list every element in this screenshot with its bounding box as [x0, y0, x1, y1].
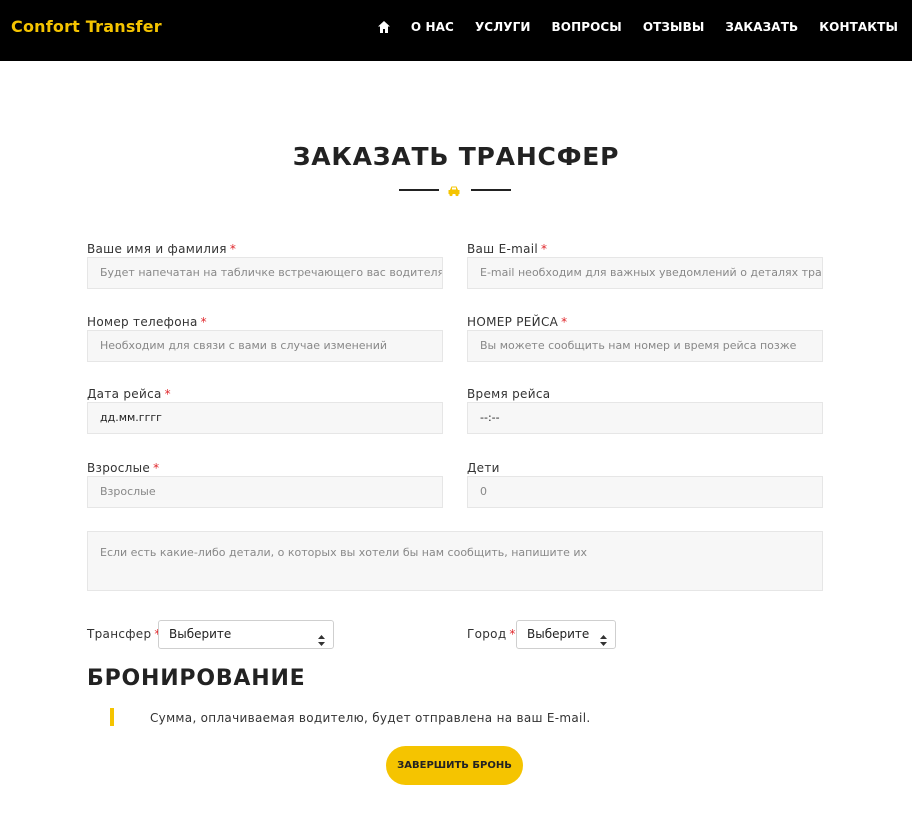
note-accent-bar	[110, 708, 114, 726]
nav-about[interactable]: О НАС	[411, 20, 454, 34]
select-arrows-icon	[318, 629, 325, 646]
phone-input[interactable]: Необходим для связи с вами в случае изме…	[87, 330, 443, 362]
flight-date-label: Дата рейса *	[87, 387, 171, 401]
children-input[interactable]: 0	[467, 476, 823, 508]
adults-input[interactable]: Взрослые	[87, 476, 443, 508]
name-label: Ваше имя и фамилия *	[87, 242, 237, 256]
booking-note: Сумма, оплачиваемая водителю, будет отпр…	[150, 711, 591, 725]
nav-contacts[interactable]: КОНТАКТЫ	[819, 20, 898, 34]
transfer-select-value: Выберите	[169, 627, 232, 641]
top-navbar: Confort Transfer О НАС УСЛУГИ ВОПРОСЫ ОТ…	[0, 0, 912, 61]
email-label: Ваш E-mail *	[467, 242, 548, 256]
nav-reviews[interactable]: ОТЗЫВЫ	[643, 20, 705, 34]
title-divider	[399, 183, 511, 197]
email-input[interactable]: E-mail необходим для важных уведомлений …	[467, 257, 823, 289]
main-nav: О НАС УСЛУГИ ВОПРОСЫ ОТЗЫВЫ ЗАКАЗАТЬ КОН…	[377, 20, 898, 34]
transfer-select[interactable]: Выберите	[158, 620, 334, 649]
select-arrows-icon	[600, 629, 607, 646]
complete-booking-button[interactable]: ЗАВЕРШИТЬ БРОНЬ	[386, 746, 523, 785]
adults-label: Взрослые *	[87, 461, 160, 475]
name-input[interactable]: Будет напечатан на табличке встречающего…	[87, 257, 443, 289]
nav-order[interactable]: ЗАКАЗАТЬ	[725, 20, 798, 34]
details-textarea[interactable]: Если есть какие-либо детали, о которых в…	[87, 531, 823, 591]
children-label: Дети	[467, 461, 500, 475]
flight-time-input[interactable]: --:--	[467, 402, 823, 434]
city-select[interactable]: Выберите	[516, 620, 616, 649]
flight-time-label: Время рейса	[467, 387, 551, 401]
transfer-label: Трансфер*	[87, 627, 160, 641]
divider-line-left	[399, 189, 439, 191]
home-icon[interactable]	[377, 20, 391, 34]
nav-faq[interactable]: ВОПРОСЫ	[552, 20, 622, 34]
flight-date-input[interactable]: дд.мм.гггг	[87, 402, 443, 434]
page-title: ЗАКАЗАТЬ ТРАНСФЕР	[292, 142, 620, 171]
brand-logo[interactable]: Confort Transfer	[11, 17, 162, 36]
divider-line-right	[471, 189, 511, 191]
flight-number-input[interactable]: Вы можете сообщить нам номер и время рей…	[467, 330, 823, 362]
city-select-value: Выберите	[527, 627, 590, 641]
phone-label: Номер телефона *	[87, 315, 207, 329]
nav-services[interactable]: УСЛУГИ	[475, 20, 531, 34]
booking-heading: БРОНИРОВАНИЕ	[87, 666, 306, 691]
flight-number-label: НОМЕР РЕЙСА *	[467, 315, 568, 329]
city-label: Город *	[467, 627, 516, 641]
car-icon	[447, 184, 461, 197]
